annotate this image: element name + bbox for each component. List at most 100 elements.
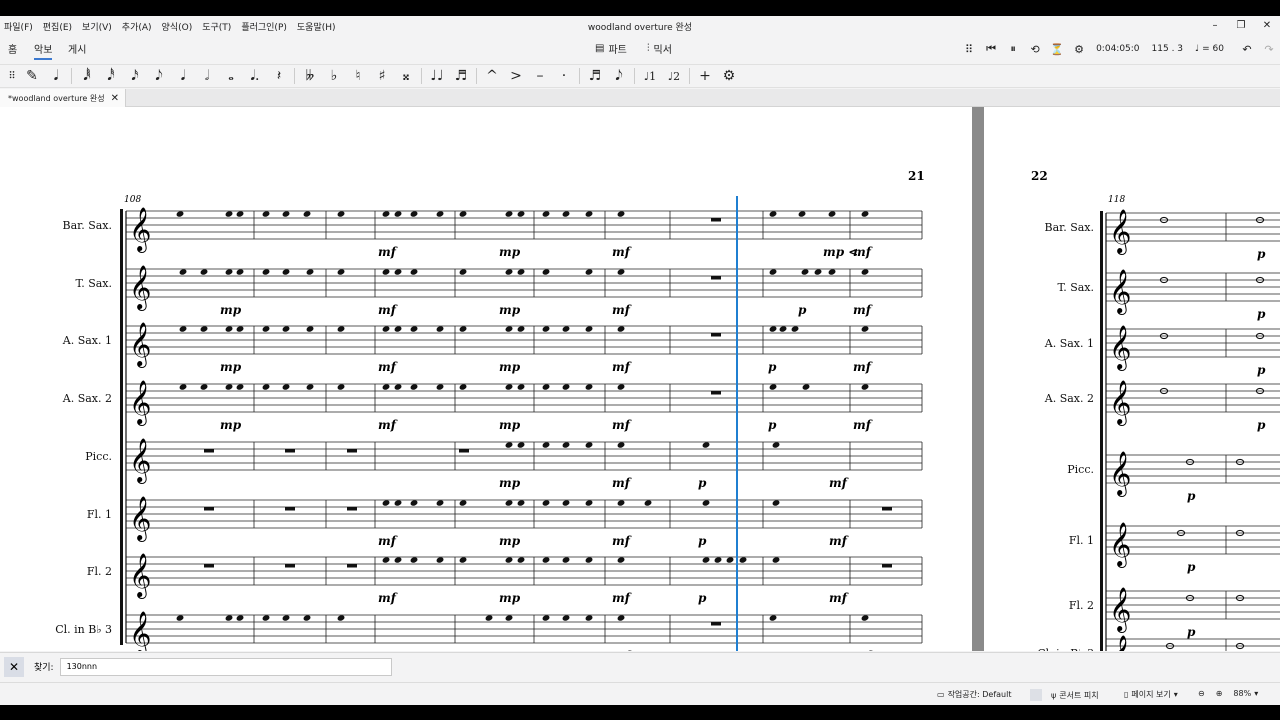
tab-publish[interactable]: 게시 [68, 41, 86, 56]
instrument-name[interactable]: T. Sax. [1057, 281, 1094, 294]
flat-icon[interactable]: ♭ [322, 65, 346, 87]
duration-32nd-icon[interactable]: 𝅘𝅥𝅰 [99, 65, 123, 87]
instrument-name[interactable]: T. Sax. [75, 277, 112, 290]
redo-icon[interactable]: ↷ [1258, 43, 1280, 56]
instrument-name[interactable]: Cl. in B♭ 3 [55, 623, 112, 636]
instrument-name[interactable]: Fl. 2 [87, 565, 112, 578]
menu-edit[interactable]: 편집(E) [43, 20, 72, 33]
zoom-level[interactable]: 88% [1233, 689, 1251, 698]
marcato-icon[interactable]: ^ [480, 65, 504, 87]
double-flat-icon[interactable]: 𝄫 [298, 65, 322, 87]
tab-home[interactable]: 홈 [8, 41, 17, 56]
tie-icon[interactable]: ♩♩ [425, 65, 449, 87]
zoom-out-icon[interactable]: ⊖ [1198, 689, 1205, 698]
concert-pitch-checkbox[interactable] [1030, 689, 1042, 701]
instrument-name[interactable]: Bar. Sax. [1045, 221, 1094, 234]
score-page-22[interactable]: 22 118 𝄞𝄞𝄞𝄞𝄞𝄞𝄞𝄞pppppppp Bar. Sax.T. Sax.… [984, 107, 1280, 651]
score-canvas[interactable]: 21 108 𝄞 𝄞 𝄞 𝄞 𝄞 𝄞 𝄞 𝄞 mf mp mf mp < mf mp mf mp mf p mf mp… [0, 107, 1280, 651]
note-head [861, 326, 869, 332]
playback-settings-icon[interactable]: ⚙ [1068, 43, 1090, 56]
note-input-pen-icon[interactable]: ✎ [20, 65, 44, 87]
instrument-name[interactable]: A. Sax. 1 [63, 334, 112, 347]
zoom-in-icon[interactable]: ⊕ [1216, 689, 1223, 698]
loop-icon[interactable]: ⟲ [1024, 43, 1046, 56]
note-head [585, 384, 593, 390]
metronome-icon[interactable]: ⏳ [1046, 43, 1068, 56]
duration-quarter-icon[interactable]: 𝅘𝅥 [171, 65, 195, 87]
menu-tools[interactable]: 도구(T) [202, 20, 231, 33]
voice-2-icon[interactable]: ♩2 [662, 65, 686, 87]
menu-file[interactable]: 파일(F) [4, 20, 33, 33]
duration-64th-icon[interactable]: 𝅘𝅥𝅱 [75, 65, 99, 87]
menu-add[interactable]: 추가(A) [122, 20, 152, 33]
workspace-selector[interactable]: ▭ 작업공간: Default [937, 689, 1011, 700]
restore-button[interactable]: ❐ [1228, 16, 1254, 36]
instrument-name[interactable]: A. Sax. 1 [1045, 337, 1094, 350]
note-head [505, 615, 513, 621]
instrument-name[interactable]: Fl. 1 [1069, 534, 1094, 547]
add-icon[interactable]: + [693, 65, 717, 87]
sharp-icon[interactable]: ♯ [370, 65, 394, 87]
tab-score[interactable]: 악보 [34, 41, 53, 60]
chevron-down-icon[interactable]: ▾ [1254, 689, 1258, 698]
instrument-name[interactable]: Picc. [1067, 463, 1094, 476]
menu-view[interactable]: 보기(V) [82, 20, 112, 33]
customize-toolbar-icon[interactable]: ⚙ [717, 65, 741, 87]
note-input-mode-icon[interactable]: 𝅘𝅥 [44, 65, 68, 87]
mixer-button[interactable]: ⫶ 믹서 [647, 41, 672, 56]
score-system-page-21[interactable]: 108 𝄞𝄞𝄞𝄞𝄞𝄞𝄞𝄞mf mp mf mp <mfmp mf mp mf p mfmp mf m… [0, 107, 972, 651]
undo-icon[interactable]: ↶ [1236, 43, 1258, 56]
close-find-icon[interactable]: ✕ [4, 656, 24, 677]
note-head [517, 211, 525, 217]
staccato-icon[interactable]: · [552, 65, 576, 87]
rest-icon[interactable]: 𝄽 [267, 65, 291, 87]
document-tab[interactable]: *woodland overture 완성 ✕ [0, 89, 126, 107]
menu-format[interactable]: 양식(O) [162, 20, 193, 33]
note-head [542, 615, 550, 621]
note-head [382, 269, 390, 275]
instrument-name[interactable]: Cl. in B♭ 3 [1037, 647, 1094, 651]
close-window-button[interactable]: ✕ [1254, 16, 1280, 36]
augmentation-dot-icon[interactable]: 𝅘𝅥. [243, 65, 267, 87]
accent-icon[interactable]: > [504, 65, 528, 87]
concert-pitch-toggle[interactable]: ψ 콘서트 피치 [1030, 689, 1099, 701]
note-head [200, 269, 208, 275]
duration-eighth-icon[interactable]: 𝅘𝅥𝅮 [147, 65, 171, 87]
score-system-page-22[interactable]: 118 𝄞𝄞𝄞𝄞𝄞𝄞𝄞𝄞pppppppp [984, 107, 1280, 651]
double-sharp-icon[interactable]: 𝄪 [394, 65, 418, 87]
duration-16th-icon[interactable]: 𝅘𝅥𝅯 [123, 65, 147, 87]
tuplet-icon[interactable]: ♬ [583, 65, 607, 87]
natural-icon[interactable]: ♮ [346, 65, 370, 87]
note-head [459, 384, 467, 390]
note-head [459, 211, 467, 217]
instrument-name[interactable]: Bar. Sax. [63, 219, 112, 232]
duration-whole-icon[interactable]: 𝅝 [219, 65, 243, 87]
parts-button[interactable]: ▤ 파트 [595, 41, 627, 56]
voice-1-icon[interactable]: ♩1 [638, 65, 662, 87]
find-input[interactable] [59, 657, 392, 676]
rewind-icon[interactable]: ⏮ [980, 42, 1002, 56]
parts-icon: ▤ [595, 43, 605, 54]
page-view-selector[interactable]: ▯ 페이지 보기 ▾ [1124, 689, 1178, 700]
tenuto-icon[interactable]: – [528, 65, 552, 87]
menu-help[interactable]: 도움말(H) [297, 20, 336, 33]
note-head [262, 384, 270, 390]
minimize-button[interactable]: – [1202, 16, 1228, 36]
instrument-name[interactable]: Fl. 1 [87, 508, 112, 521]
toolbar-drag-icon[interactable]: ⠿ [4, 65, 20, 87]
note-head [282, 211, 290, 217]
instrument-name[interactable]: Picc. [85, 450, 112, 463]
instrument-name[interactable]: A. Sax. 2 [1045, 392, 1094, 405]
instrument-name[interactable]: Fl. 2 [1069, 599, 1094, 612]
drag-handle-icon[interactable]: ⠿ [958, 43, 980, 56]
note-head [585, 615, 593, 621]
close-tab-icon[interactable]: ✕ [111, 93, 119, 104]
menu-bar: 파일(F) 편집(E) 보기(V) 추가(A) 양식(O) 도구(T) 플러그인… [0, 16, 1280, 36]
play-icon[interactable]: ⏸ [1002, 42, 1024, 56]
flip-direction-icon[interactable]: 𝅘𝅥𝅮 [607, 65, 631, 87]
instrument-name[interactable]: A. Sax. 2 [63, 392, 112, 405]
slur-icon[interactable]: ♬ [449, 65, 473, 87]
menu-plugins[interactable]: 플러그인(P) [241, 20, 287, 33]
duration-half-icon[interactable]: 𝅗𝅥 [195, 65, 219, 87]
score-page-21[interactable]: 21 108 𝄞 𝄞 𝄞 𝄞 𝄞 𝄞 𝄞 𝄞 mf mp mf mp < mf mp mf mp mf p mf mp… [0, 107, 972, 651]
